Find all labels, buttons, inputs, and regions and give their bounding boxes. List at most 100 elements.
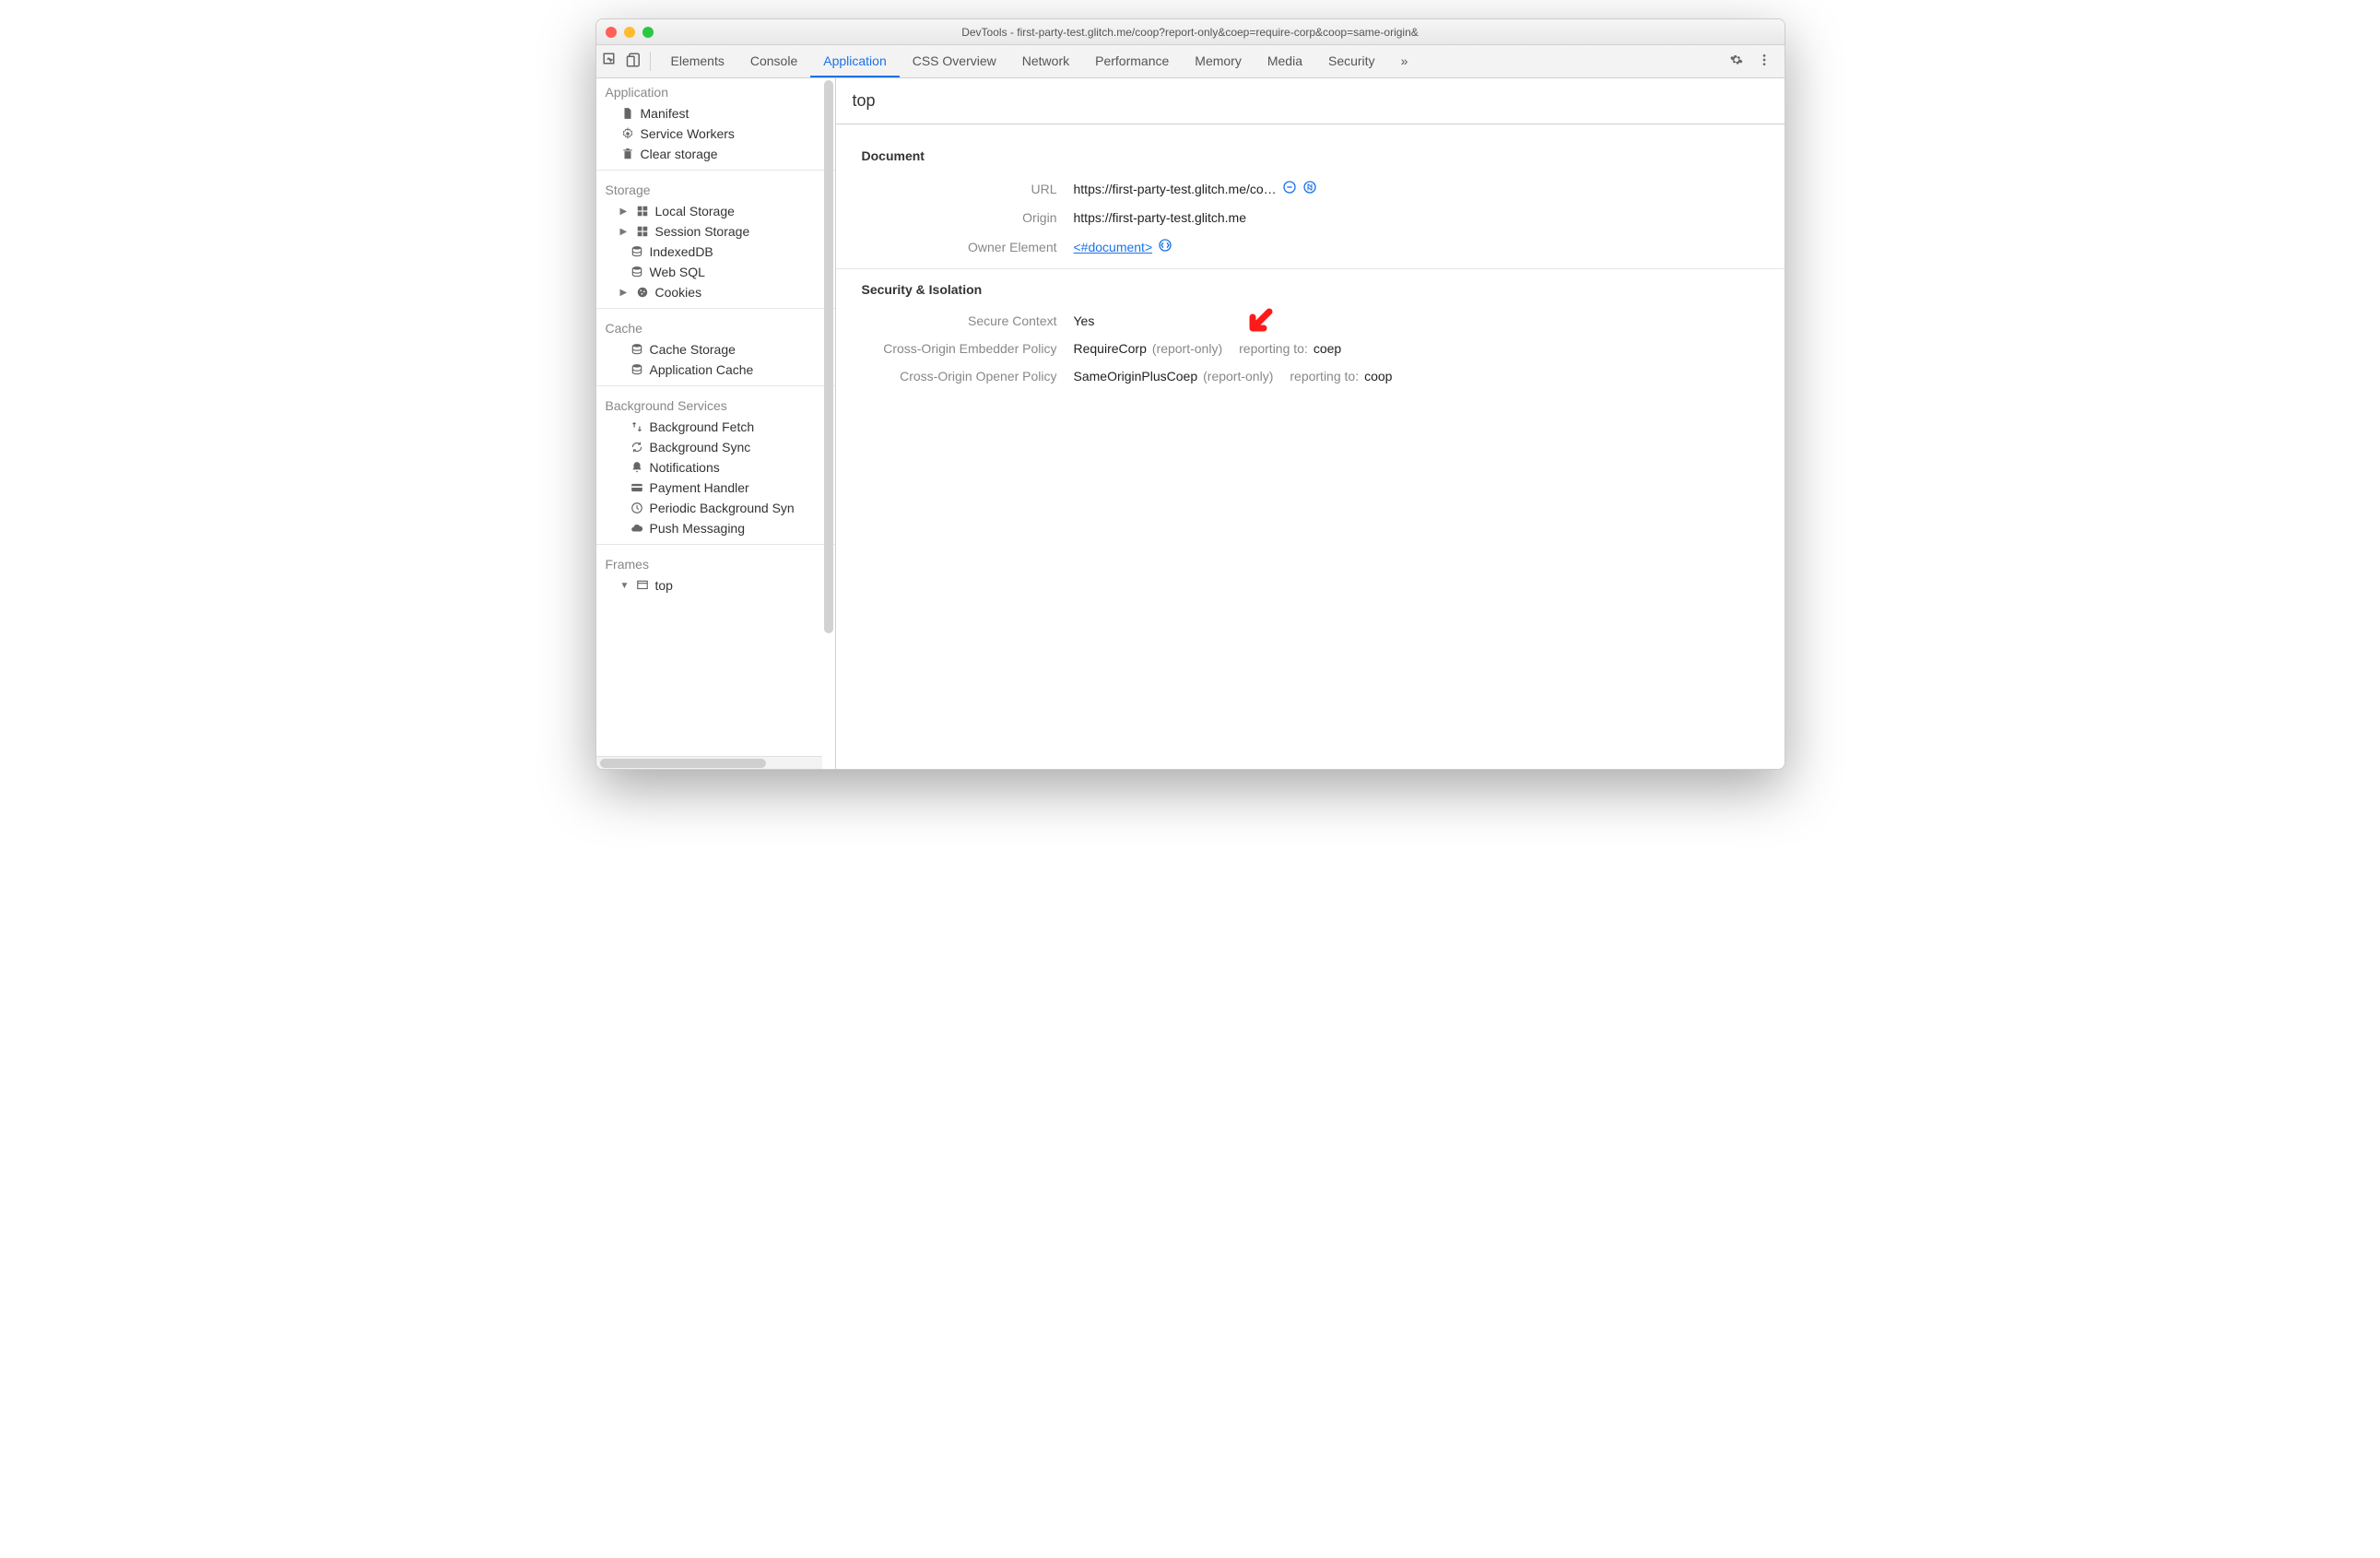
database-icon	[630, 265, 644, 279]
coep-report-only: (report-only)	[1152, 341, 1222, 356]
settings-icon[interactable]	[1729, 53, 1744, 70]
sidebar-item-label: Session Storage	[655, 224, 750, 239]
expander-icon[interactable]: ▶	[620, 227, 630, 237]
sidebar-item-label: top	[655, 578, 673, 593]
sidebar-item-service-workers[interactable]: Service Workers	[596, 124, 835, 144]
sidebar-item-cache-storage[interactable]: Cache Storage	[596, 339, 835, 360]
sidebar-scrollbar[interactable]	[824, 80, 833, 633]
sidebar-item-manifest[interactable]: Manifest	[596, 103, 835, 124]
coop-endpoint: coop	[1364, 369, 1392, 384]
kebab-icon[interactable]	[1757, 53, 1772, 70]
secure-value: Yes	[1074, 313, 1095, 328]
sidebar-item-push[interactable]: Push Messaging	[596, 518, 835, 538]
main-panel: top Document URL https://first-party-tes…	[836, 78, 1785, 769]
coep-reporting-label: reporting to:	[1239, 341, 1308, 356]
inspect-icon[interactable]	[602, 52, 619, 71]
sidebar-h-scrollbar[interactable]	[596, 756, 822, 769]
sidebar-item-cookies[interactable]: ▶Cookies	[596, 282, 835, 302]
coop-reporting-label: reporting to:	[1290, 369, 1359, 384]
origin-value: https://first-party-test.glitch.me	[1074, 210, 1247, 225]
close-window[interactable]	[606, 27, 617, 38]
expander-icon[interactable]: ▼	[620, 581, 630, 591]
coop-value: SameOriginPlusCoep	[1074, 369, 1198, 384]
sidebar-item-clear-storage[interactable]: Clear storage	[596, 144, 835, 164]
traffic-lights	[596, 27, 654, 38]
toolbar: Elements Console Application CSS Overvie…	[596, 45, 1785, 78]
tab-more[interactable]: »	[1388, 45, 1421, 77]
sidebar-section-frames: Frames	[596, 550, 835, 575]
devtools-window: DevTools - first-party-test.glitch.me/co…	[595, 18, 1785, 770]
owner-row: Owner Element <#document>	[862, 238, 1759, 255]
tab-performance[interactable]: Performance	[1082, 45, 1182, 77]
sidebar-item-local-storage[interactable]: ▶ Local Storage	[596, 201, 835, 221]
sidebar-item-label: Local Storage	[655, 204, 735, 218]
bell-icon	[630, 460, 644, 475]
tab-console[interactable]: Console	[737, 45, 810, 77]
frame-title: top	[836, 78, 1785, 124]
sidebar-item-bg-sync[interactable]: Background Sync	[596, 437, 835, 457]
sidebar-section-storage: Storage	[596, 176, 835, 201]
expander-icon[interactable]: ▶	[620, 207, 630, 217]
tab-media[interactable]: Media	[1255, 45, 1315, 77]
window-icon	[635, 578, 650, 593]
sidebar-item-bg-fetch[interactable]: Background Fetch	[596, 417, 835, 437]
sidebar-item-frame-top[interactable]: ▼ top	[596, 575, 835, 596]
sidebar-item-periodic-sync[interactable]: Periodic Background Syn	[596, 498, 835, 518]
database-icon	[630, 244, 644, 259]
sidebar-item-label: IndexedDB	[650, 244, 713, 259]
annotation-arrow-icon	[1240, 306, 1277, 343]
sidebar-item-label: Push Messaging	[650, 521, 746, 536]
owner-label: Owner Element	[862, 240, 1074, 254]
sync-icon	[630, 440, 644, 454]
cloud-icon	[630, 521, 644, 536]
sidebar-item-label: Clear storage	[641, 147, 718, 161]
zoom-window[interactable]	[642, 27, 654, 38]
sidebar-item-notifications[interactable]: Notifications	[596, 457, 835, 478]
database-icon	[630, 362, 644, 377]
secure-context-row: Secure Context Yes	[862, 313, 1759, 328]
sidebar: Application Manifest Service Workers Cle…	[596, 78, 836, 769]
security-section-title: Security & Isolation	[862, 282, 1759, 297]
sidebar-item-label: Cache Storage	[650, 342, 736, 357]
reveal-icon[interactable]	[1302, 180, 1317, 197]
panel-tabs: Elements Console Application CSS Overvie…	[658, 45, 1729, 77]
tab-application[interactable]: Application	[810, 45, 900, 77]
sidebar-item-app-cache[interactable]: Application Cache	[596, 360, 835, 380]
expander-icon[interactable]: ▶	[620, 288, 630, 298]
updown-icon	[630, 419, 644, 434]
device-toggle-icon[interactable]	[626, 52, 642, 71]
titlebar: DevTools - first-party-test.glitch.me/co…	[596, 19, 1785, 45]
coep-endpoint: coep	[1314, 341, 1341, 356]
element-icon[interactable]	[1158, 238, 1172, 255]
clock-icon	[630, 501, 644, 515]
sidebar-item-label: Background Fetch	[650, 419, 755, 434]
sidebar-item-label: Web SQL	[650, 265, 705, 279]
minimize-window[interactable]	[624, 27, 635, 38]
sidebar-item-label: Service Workers	[641, 126, 735, 141]
url-value: https://first-party-test.glitch.me/co…	[1074, 182, 1277, 196]
sidebar-item-payment[interactable]: Payment Handler	[596, 478, 835, 498]
gear-icon	[620, 126, 635, 141]
sidebar-item-indexeddb[interactable]: IndexedDB	[596, 242, 835, 262]
trash-icon	[620, 147, 635, 161]
sidebar-item-label: Background Sync	[650, 440, 751, 454]
window-title: DevTools - first-party-test.glitch.me/co…	[596, 26, 1785, 39]
grid-icon	[635, 204, 650, 218]
url-row: URL https://first-party-test.glitch.me/c…	[862, 180, 1759, 197]
coep-row: Cross-Origin Embedder Policy RequireCorp…	[862, 341, 1759, 356]
card-icon	[630, 480, 644, 495]
tab-elements[interactable]: Elements	[658, 45, 737, 77]
document-section-title: Document	[862, 148, 1759, 163]
owner-link[interactable]: <#document>	[1074, 240, 1153, 254]
sidebar-item-session-storage[interactable]: ▶ Session Storage	[596, 221, 835, 242]
tab-memory[interactable]: Memory	[1182, 45, 1255, 77]
secure-label: Secure Context	[862, 313, 1074, 328]
sidebar-item-websql[interactable]: Web SQL	[596, 262, 835, 282]
tab-css-overview[interactable]: CSS Overview	[900, 45, 1009, 77]
copy-icon[interactable]	[1282, 180, 1297, 197]
tab-security[interactable]: Security	[1315, 45, 1388, 77]
sidebar-item-label: Notifications	[650, 460, 720, 475]
tab-network[interactable]: Network	[1009, 45, 1082, 77]
coop-report-only: (report-only)	[1203, 369, 1273, 384]
sidebar-item-label: Application Cache	[650, 362, 754, 377]
